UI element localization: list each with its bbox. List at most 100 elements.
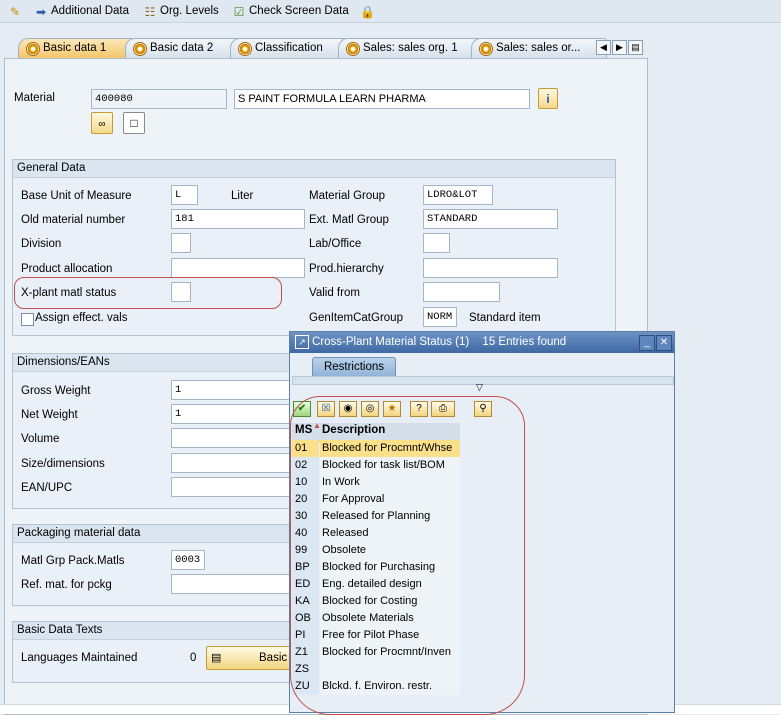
hierarchy-icon: ☷ [144, 5, 156, 19]
ean-upc-label: EAN/UPC [21, 482, 73, 494]
tab-basic-data-2[interactable]: Basic data 2 [125, 38, 241, 58]
tab-scroll-left-icon[interactable]: ◀ [596, 40, 611, 55]
popup-entries-count: 15 Entries found [482, 336, 567, 348]
list-item[interactable]: 99 Obsolete [292, 542, 460, 559]
new-document-button[interactable]: □ [123, 112, 145, 134]
base-uom-field[interactable]: L [171, 185, 198, 205]
technical-info-button[interactable]: ⚲ [474, 401, 492, 417]
prod-hierarchy-field[interactable] [423, 258, 558, 278]
search-help-popup: ↗ Cross-Plant Material Status (1) 15 Ent… [289, 331, 675, 713]
info-button[interactable]: i [538, 88, 558, 109]
size-dimensions-label: Size/dimensions [21, 458, 105, 470]
list-item[interactable]: PI Free for Pilot Phase [292, 627, 460, 644]
star-icon: ★ [387, 403, 397, 414]
valid-from-field[interactable] [423, 282, 500, 302]
print-button[interactable]: ⎙ [431, 401, 455, 417]
find-next-button[interactable]: ◎ [361, 401, 379, 417]
material-group-field[interactable]: LDRO&LOT [423, 185, 493, 205]
assign-effect-label: Assign effect. vals [35, 312, 128, 324]
tab-label: Basic data 1 [43, 42, 107, 54]
basic-data-texts-button[interactable]: ▤ Basic [206, 646, 292, 670]
net-weight-field[interactable]: 1 [171, 404, 301, 424]
binoculars-icon: ◉ [343, 403, 353, 414]
check-screen-data-button[interactable]: ☑ Check Screen Data [232, 3, 349, 19]
net-weight-label: Net Weight [21, 409, 78, 421]
printer-icon: ⎙ [439, 403, 447, 414]
status-code: 99 [292, 542, 319, 559]
xplant-status-field[interactable] [171, 282, 191, 302]
list-item[interactable]: ED Eng. detailed design [292, 576, 460, 593]
expand-restrictions-icon[interactable]: ▽ [476, 382, 483, 393]
list-item[interactable]: ZU Blckd. f. Environ. restr. [292, 678, 460, 695]
cancel-icon: ☒ [321, 403, 331, 414]
ref-mat-pckg-field[interactable] [171, 574, 301, 594]
list-item[interactable]: BP Blocked for Purchasing [292, 559, 460, 576]
find-button[interactable]: ◉ [339, 401, 357, 417]
list-item[interactable]: 02 Blocked for task list/BOM [292, 457, 460, 474]
sort-ascending-icon: ▲ [313, 421, 321, 430]
matl-grp-pack-field[interactable]: 0003 [171, 550, 205, 570]
ms-column-header[interactable]: MS [295, 424, 312, 436]
list-item[interactable]: 40 Released [292, 525, 460, 542]
cancel-button[interactable]: ☒ [317, 401, 335, 417]
tab-sales-org-1[interactable]: Sales: sales org. 1 [338, 38, 481, 58]
info-help-button[interactable]: ? [410, 401, 428, 417]
status-code: 40 [292, 525, 319, 542]
tab-label: Classification [255, 42, 323, 54]
division-field[interactable] [171, 233, 191, 253]
window-icon: ↗ [295, 335, 309, 349]
status-description: Obsolete [320, 542, 460, 559]
additional-data-button[interactable]: ➡ Additional Data [34, 3, 129, 19]
ean-upc-field[interactable] [171, 477, 301, 497]
tab-scroll-right-icon[interactable]: ▶ [612, 40, 627, 55]
general-data-title: General Data [13, 160, 615, 178]
tab-label: Basic data 2 [150, 42, 214, 54]
volume-field[interactable] [171, 428, 301, 448]
size-dimensions-field[interactable] [171, 453, 301, 473]
tab-list-icon[interactable]: ▤ [628, 40, 643, 55]
personal-list-button[interactable]: ★ [383, 401, 401, 417]
tab-status-icon [26, 42, 40, 56]
status-code: OB [292, 610, 319, 627]
tab-sales-org-2[interactable]: Sales: sales or... [471, 38, 607, 58]
glasses-button[interactable]: ∞ [91, 112, 113, 134]
old-material-field[interactable]: 181 [171, 209, 305, 229]
help-icon: ? [416, 403, 422, 414]
list-item[interactable]: OB Obsolete Materials [292, 610, 460, 627]
basic-data-texts-title: Basic Data Texts [13, 622, 311, 640]
description-column-header[interactable]: Description [322, 424, 385, 436]
assign-effect-checkbox[interactable] [21, 313, 34, 326]
list-item[interactable]: KA Blocked for Costing [292, 593, 460, 610]
minimize-icon[interactable]: _ [639, 335, 655, 351]
list-item[interactable]: 20 For Approval [292, 491, 460, 508]
status-code: PI [292, 627, 319, 644]
restrictions-tab[interactable]: Restrictions [312, 357, 396, 377]
material-number-field[interactable]: 400080 [91, 89, 227, 109]
material-description-field[interactable]: S PAINT FORMULA LEARN PHARMA [234, 89, 530, 109]
gross-weight-field[interactable]: 1 [171, 380, 301, 400]
org-levels-button[interactable]: ☷ Org. Levels [143, 3, 219, 19]
ext-matl-group-field[interactable]: STANDARD [423, 209, 558, 229]
confirm-button[interactable]: ✔ [293, 401, 311, 417]
close-icon[interactable]: ✕ [656, 335, 672, 351]
status-code: Z1 [292, 644, 319, 661]
basic-data-texts-button-label: Basic [259, 652, 288, 664]
product-allocation-field[interactable] [171, 258, 305, 278]
text-document-icon: ▤ [211, 652, 222, 664]
list-item[interactable]: 10 In Work [292, 474, 460, 491]
status-description: Free for Pilot Phase [320, 627, 460, 644]
lock-button[interactable]: 🔒 [360, 3, 377, 19]
tab-classification[interactable]: Classification [230, 38, 348, 58]
list-item[interactable]: 30 Released for Planning [292, 508, 460, 525]
status-description: Blckd. f. Environ. restr. [320, 678, 460, 695]
other-material-button[interactable]: ✎ [8, 3, 25, 19]
additional-data-label: Additional Data [51, 5, 129, 17]
lab-office-field[interactable] [423, 233, 450, 253]
gen-item-cat-field[interactable]: NORM [423, 307, 457, 327]
languages-maintained-label: Languages Maintained [21, 652, 138, 664]
list-item[interactable]: ZS [292, 661, 460, 678]
document-icon: □ [130, 116, 138, 130]
status-code: 01 [292, 440, 319, 457]
list-item[interactable]: Z1 Blocked for Procmnt/Inven [292, 644, 460, 661]
list-item[interactable]: 01 Blocked for Procmnt/Whse [292, 440, 460, 457]
